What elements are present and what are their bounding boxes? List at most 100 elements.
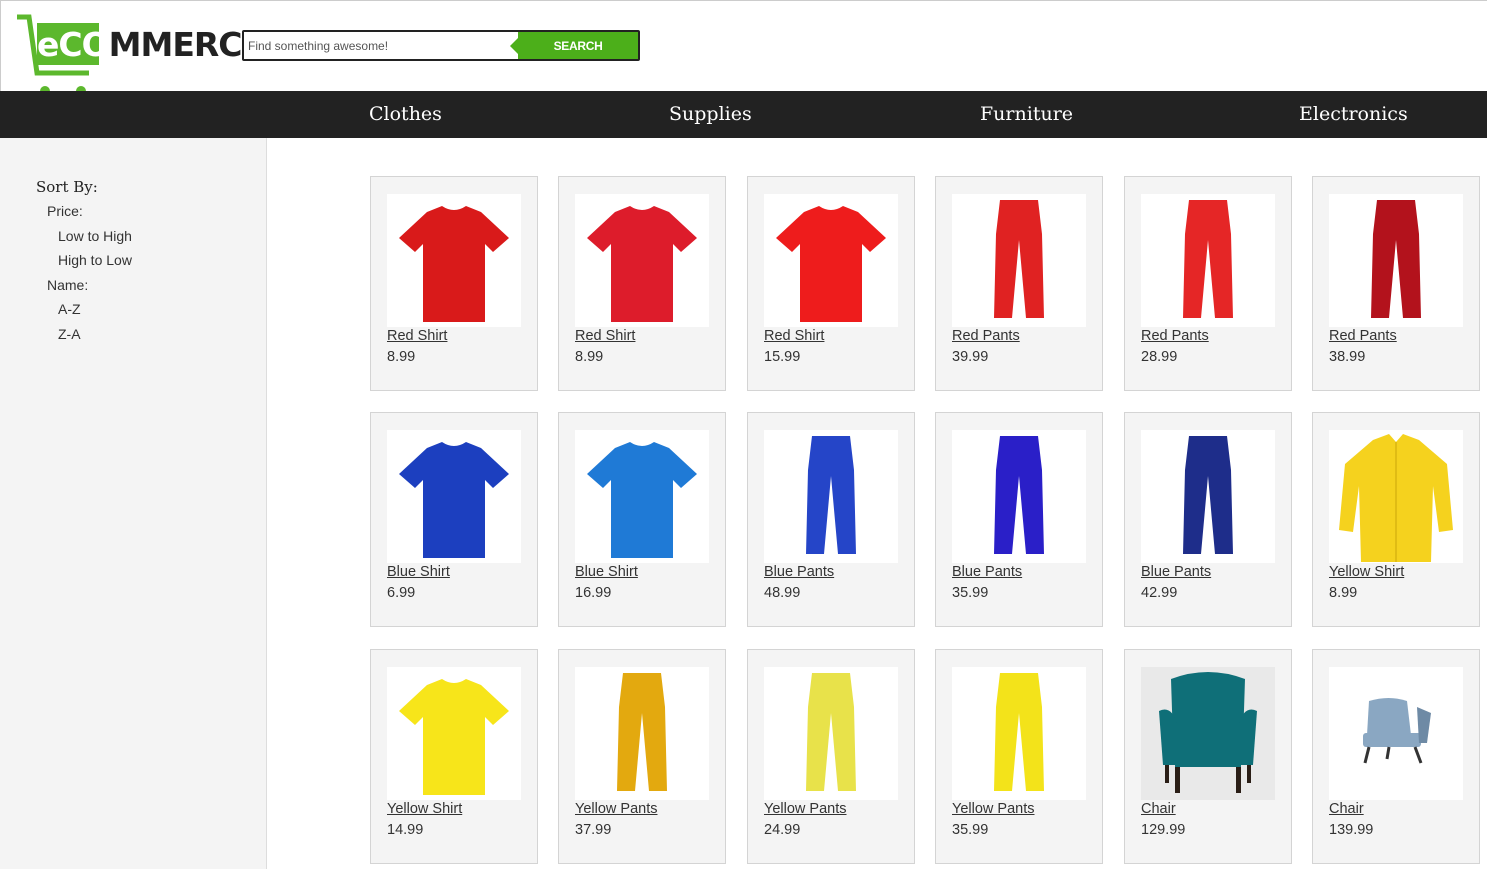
nav-item-clothes[interactable]: Clothes bbox=[369, 91, 442, 138]
product-card[interactable]: Red Pants 38.99 bbox=[1312, 176, 1480, 391]
pants-icon bbox=[1183, 200, 1233, 318]
product-price: 129.99 bbox=[1141, 822, 1186, 838]
product-price: 15.99 bbox=[764, 349, 801, 365]
sort-price-high-low[interactable]: High to Low bbox=[58, 252, 132, 268]
product-image[interactable] bbox=[1141, 194, 1275, 327]
product-price: 39.99 bbox=[952, 349, 989, 365]
product-price: 24.99 bbox=[764, 822, 801, 838]
product-price: 6.99 bbox=[387, 585, 416, 601]
product-image[interactable] bbox=[764, 194, 898, 327]
pants-icon bbox=[1183, 436, 1233, 554]
product-image[interactable] bbox=[387, 667, 521, 800]
tshirt-icon bbox=[399, 679, 509, 795]
tshirt-icon bbox=[587, 206, 697, 322]
category-nav: Clothes Supplies Furniture Electronics bbox=[0, 91, 1487, 138]
name-label: Name: bbox=[47, 277, 89, 293]
product-name-link[interactable]: Blue Pants bbox=[764, 564, 834, 580]
nav-item-supplies[interactable]: Supplies bbox=[669, 91, 752, 138]
product-card[interactable]: Yellow Shirt 14.99 bbox=[370, 649, 538, 864]
lounge-chair-icon bbox=[1363, 698, 1431, 764]
product-image[interactable] bbox=[575, 667, 709, 800]
product-image[interactable] bbox=[387, 194, 521, 327]
dress-shirt-icon bbox=[1339, 434, 1453, 562]
product-image[interactable] bbox=[1141, 430, 1275, 563]
tshirt-icon bbox=[399, 206, 509, 322]
product-image[interactable] bbox=[387, 430, 521, 563]
product-name-link[interactable]: Red Pants bbox=[1141, 328, 1209, 344]
pants-icon bbox=[806, 673, 856, 791]
nav-item-electronics[interactable]: Electronics bbox=[1299, 91, 1408, 138]
header: eCOMMERCE SEARCH bbox=[0, 0, 1487, 96]
armchair-icon bbox=[1141, 667, 1275, 800]
product-price: 14.99 bbox=[387, 822, 424, 838]
product-name-link[interactable]: Blue Shirt bbox=[387, 564, 450, 580]
product-price: 28.99 bbox=[1141, 349, 1178, 365]
product-price: 38.99 bbox=[1329, 349, 1366, 365]
product-image[interactable] bbox=[1329, 194, 1463, 327]
product-image[interactable] bbox=[1329, 667, 1463, 800]
product-name-link[interactable]: Chair bbox=[1141, 801, 1176, 817]
product-card[interactable]: Yellow Shirt 8.99 bbox=[1312, 412, 1480, 627]
product-card[interactable]: Yellow Pants 37.99 bbox=[558, 649, 726, 864]
product-name-link[interactable]: Yellow Shirt bbox=[1329, 564, 1404, 580]
sort-price-low-high[interactable]: Low to High bbox=[58, 228, 132, 244]
product-name-link[interactable]: Yellow Pants bbox=[575, 801, 658, 817]
product-name-link[interactable]: Blue Shirt bbox=[575, 564, 638, 580]
product-image[interactable] bbox=[764, 430, 898, 563]
product-card[interactable]: Chair 139.99 bbox=[1312, 649, 1480, 864]
product-image[interactable] bbox=[1141, 667, 1275, 800]
product-image[interactable] bbox=[952, 194, 1086, 327]
pants-icon bbox=[994, 436, 1044, 554]
pants-icon bbox=[1371, 200, 1421, 318]
product-name-link[interactable]: Chair bbox=[1329, 801, 1364, 817]
product-card[interactable]: Red Shirt 8.99 bbox=[558, 176, 726, 391]
product-card[interactable]: Yellow Pants 24.99 bbox=[747, 649, 915, 864]
product-name-link[interactable]: Red Pants bbox=[1329, 328, 1397, 344]
product-card[interactable]: Blue Shirt 6.99 bbox=[370, 412, 538, 627]
product-card[interactable]: Red Pants 39.99 bbox=[935, 176, 1103, 391]
product-card[interactable]: Red Shirt 8.99 bbox=[370, 176, 538, 391]
product-name-link[interactable]: Red Shirt bbox=[387, 328, 447, 344]
product-name-link[interactable]: Red Shirt bbox=[764, 328, 824, 344]
product-name-link[interactable]: Red Pants bbox=[952, 328, 1020, 344]
product-card[interactable]: Chair 129.99 bbox=[1124, 649, 1292, 864]
product-price: 16.99 bbox=[575, 585, 612, 601]
product-name-link[interactable]: Blue Pants bbox=[952, 564, 1022, 580]
logo-text: eCOMMERCE bbox=[37, 25, 264, 64]
product-card[interactable]: Red Shirt 15.99 bbox=[747, 176, 915, 391]
sort-title: Sort By: bbox=[36, 178, 98, 196]
price-label: Price: bbox=[47, 203, 83, 219]
product-name-link[interactable]: Red Shirt bbox=[575, 328, 635, 344]
ecommerce-logo[interactable]: eCOMMERCE bbox=[15, 13, 264, 99]
product-card[interactable]: Red Pants 28.99 bbox=[1124, 176, 1292, 391]
pants-icon bbox=[994, 673, 1044, 791]
product-image[interactable] bbox=[1329, 430, 1463, 563]
product-card[interactable]: Blue Shirt 16.99 bbox=[558, 412, 726, 627]
product-name-link[interactable]: Yellow Shirt bbox=[387, 801, 462, 817]
product-card[interactable]: Yellow Pants 35.99 bbox=[935, 649, 1103, 864]
nav-item-furniture[interactable]: Furniture bbox=[980, 91, 1073, 138]
search-bar: SEARCH bbox=[242, 30, 640, 61]
sort-name-za[interactable]: Z-A bbox=[58, 326, 81, 342]
product-image[interactable] bbox=[952, 667, 1086, 800]
product-price: 139.99 bbox=[1329, 822, 1374, 838]
product-name-link[interactable]: Yellow Pants bbox=[764, 801, 847, 817]
product-image[interactable] bbox=[575, 194, 709, 327]
search-button[interactable]: SEARCH bbox=[510, 32, 638, 59]
search-input[interactable] bbox=[248, 36, 516, 56]
product-image[interactable] bbox=[575, 430, 709, 563]
product-card[interactable]: Blue Pants 42.99 bbox=[1124, 412, 1292, 627]
product-name-link[interactable]: Yellow Pants bbox=[952, 801, 1035, 817]
sort-name-az[interactable]: A-Z bbox=[58, 301, 81, 317]
product-price: 8.99 bbox=[387, 349, 416, 365]
product-card[interactable]: Blue Pants 48.99 bbox=[747, 412, 915, 627]
product-name-link[interactable]: Blue Pants bbox=[1141, 564, 1211, 580]
product-image[interactable] bbox=[764, 667, 898, 800]
product-card[interactable]: Blue Pants 35.99 bbox=[935, 412, 1103, 627]
tshirt-icon bbox=[399, 442, 509, 558]
product-price: 8.99 bbox=[575, 349, 604, 365]
product-image[interactable] bbox=[952, 430, 1086, 563]
pants-icon bbox=[994, 200, 1044, 318]
pants-icon bbox=[806, 436, 856, 554]
tshirt-icon bbox=[776, 206, 886, 322]
